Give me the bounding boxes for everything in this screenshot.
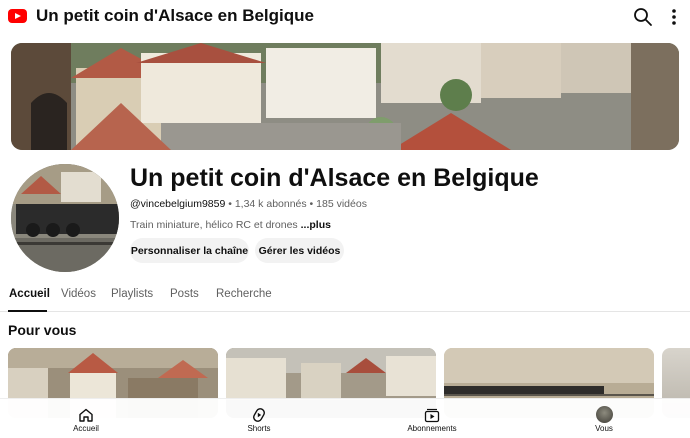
nav-label: Shorts: [247, 424, 271, 433]
bottom-navigation: Accueil Shorts Abonnements Vous: [0, 398, 690, 438]
nav-abonnements[interactable]: Abonnements: [392, 399, 472, 438]
page-title: Un petit coin d'Alsace en Belgique: [36, 6, 314, 25]
channel-tabs: Accueil Vidéos Playlists Posts Recherche: [0, 280, 690, 312]
manage-videos-button[interactable]: Gérer les vidéos: [255, 238, 344, 263]
tab-accueil[interactable]: Accueil: [9, 288, 50, 300]
channel-name: Un petit coin d'Alsace en Belgique: [130, 164, 539, 192]
channel-meta: @vincebelgium9859 • 1,34 k abonnés • 185…: [130, 198, 367, 210]
channel-description[interactable]: Train miniature, hélico RC et drones ...…: [130, 219, 331, 231]
meta-separator: •: [225, 198, 235, 210]
shorts-icon: [251, 407, 267, 423]
channel-avatar-image: [11, 164, 119, 272]
nav-label: Vous: [595, 424, 613, 433]
active-tab-indicator: [8, 310, 47, 312]
youtube-logo-icon[interactable]: [8, 9, 27, 23]
tab-posts[interactable]: Posts: [170, 288, 199, 300]
nav-label: Accueil: [73, 424, 99, 433]
nav-accueil[interactable]: Accueil: [46, 399, 126, 438]
customize-channel-button[interactable]: Personnaliser la chaîne: [130, 238, 249, 263]
meta-separator: •: [306, 198, 317, 210]
nav-label: Abonnements: [407, 424, 457, 433]
more-link[interactable]: ...plus: [301, 219, 331, 231]
channel-banner: [11, 43, 679, 150]
subscriptions-icon: [424, 407, 440, 423]
channel-avatar[interactable]: [11, 164, 119, 272]
banner-image: [11, 43, 679, 150]
nav-shorts[interactable]: Shorts: [219, 399, 299, 438]
home-icon: [78, 407, 94, 423]
user-avatar-icon: [596, 406, 613, 423]
channel-handle: @vincebelgium9859: [130, 198, 226, 210]
description-text: Train miniature, hélico RC et drones: [130, 219, 301, 231]
video-count: 185 vidéos: [316, 198, 367, 210]
tab-playlists[interactable]: Playlists: [111, 288, 153, 300]
tab-recherche[interactable]: Recherche: [216, 288, 272, 300]
top-app-bar: Un petit coin d'Alsace en Belgique: [0, 0, 690, 34]
more-vertical-icon[interactable]: [666, 6, 682, 28]
section-title: Pour vous: [8, 322, 77, 338]
tab-videos[interactable]: Vidéos: [61, 288, 96, 300]
subscriber-count: 1,34 k abonnés: [234, 198, 307, 210]
search-icon[interactable]: [632, 6, 654, 28]
nav-vous[interactable]: Vous: [564, 399, 644, 438]
